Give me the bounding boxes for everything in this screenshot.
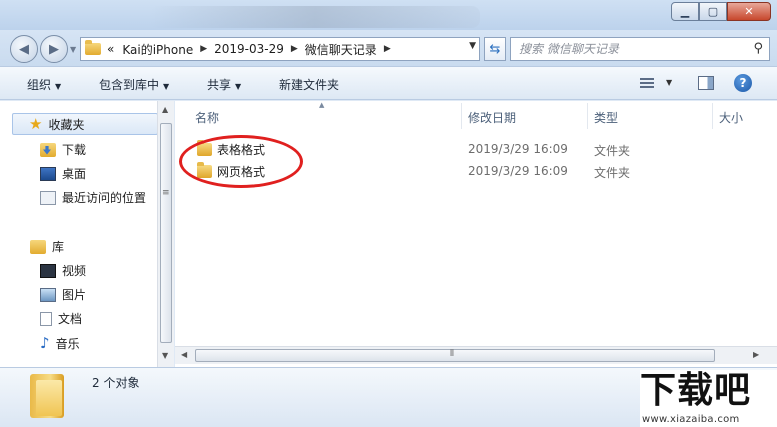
column-divider[interactable] <box>712 103 713 129</box>
nav-item-label: 文档 <box>58 312 83 326</box>
change-view-icon[interactable] <box>640 78 654 90</box>
recent-places-icon <box>40 190 56 205</box>
chevron-down-icon: ▼ <box>163 82 170 91</box>
new-folder-label: 新建文件夹 <box>279 78 340 92</box>
nav-item-label: 下载 <box>62 143 87 157</box>
scrollbar-thumb[interactable] <box>195 349 715 362</box>
site-watermark: 下载吧 www.xiazaiba.com <box>640 370 777 427</box>
preview-pane-icon[interactable] <box>698 76 714 90</box>
refresh-icon: ⇆ <box>489 41 501 57</box>
recent-pages-dropdown[interactable]: ▼ <box>70 45 76 54</box>
column-header-date-modified[interactable]: 修改日期 <box>468 109 516 126</box>
search-input[interactable] <box>519 42 739 56</box>
organize-button[interactable]: 组织 ▼ <box>27 76 61 93</box>
search-icon[interactable]: ⚲ <box>753 41 763 56</box>
window-controls: ▁ ▢ ✕ <box>671 2 771 21</box>
nav-item-label: 收藏夹 <box>48 117 85 132</box>
folder-icon <box>85 40 101 55</box>
breadcrumb-item-folder[interactable]: 微信聊天记录 <box>305 41 377 58</box>
nav-item-music[interactable]: ♪ 音乐 <box>40 334 80 352</box>
search-box: ⚲ <box>510 37 770 61</box>
nav-item-label: 最近访问的位置 <box>62 191 147 205</box>
breadcrumb-item-device[interactable]: Kai的iPhone <box>122 41 193 58</box>
close-button[interactable]: ✕ <box>727 2 771 21</box>
star-icon: ★ <box>29 115 43 133</box>
nav-item-recent-places[interactable]: 最近访问的位置 <box>40 189 146 206</box>
scrollbar-thumb[interactable] <box>160 123 172 343</box>
videos-icon <box>40 263 56 278</box>
nav-item-label: 视频 <box>62 264 87 278</box>
column-header-type[interactable]: 类型 <box>594 109 618 126</box>
watermark-url: www.xiazaiba.com <box>642 414 740 425</box>
music-icon: ♪ <box>40 334 50 352</box>
title-bar: ▁ ▢ ✕ <box>0 0 777 30</box>
scrollbar-grip-icon: ≡ <box>162 188 170 198</box>
column-header-size[interactable]: 大小 <box>719 109 743 126</box>
nav-item-favorites[interactable]: ★ 收藏夹 <box>12 113 158 135</box>
back-arrow-icon: ◀ <box>19 41 29 57</box>
pictures-icon <box>40 287 56 302</box>
file-date: 2019/3/29 16:09 <box>468 142 568 156</box>
file-date: 2019/3/29 16:09 <box>468 164 568 178</box>
nav-item-videos[interactable]: 视频 <box>40 262 86 279</box>
scroll-left-icon[interactable]: ◀ <box>181 350 187 359</box>
nav-item-label: 图片 <box>62 288 87 302</box>
new-folder-button[interactable]: 新建文件夹 <box>279 76 339 93</box>
breadcrumb-item-date[interactable]: 2019-03-29 <box>214 42 284 56</box>
breadcrumb-chevron-icon[interactable]: ▶ <box>384 44 391 54</box>
view-options-dropdown-icon[interactable]: ▼ <box>666 78 672 87</box>
column-header-name[interactable]: 名称 <box>195 109 219 126</box>
navigation-pane: ★ 收藏夹 下载 桌面 最近访问的位置 库 视频 图片 文档 ♪ 音乐 <box>0 101 174 367</box>
share-button[interactable]: 共享 ▼ <box>207 76 241 93</box>
large-folder-icon <box>30 374 64 418</box>
back-button[interactable]: ◀ <box>10 35 38 63</box>
column-divider[interactable] <box>461 103 462 129</box>
breadcrumb-chevron-icon[interactable]: ▶ <box>200 44 207 54</box>
command-bar: 组织 ▼ 包含到库中 ▼ 共享 ▼ 新建文件夹 ▼ ? <box>0 66 777 100</box>
maximize-button[interactable]: ▢ <box>699 2 727 21</box>
nav-item-label: 库 <box>52 240 65 254</box>
libraries-icon <box>30 239 46 254</box>
nav-pane-scrollbar[interactable]: ▲ ≡ ▼ <box>157 101 174 367</box>
nav-item-documents[interactable]: 文档 <box>40 310 82 327</box>
scrollbar-grip-icon: ⦀ <box>450 349 454 359</box>
breadcrumb-overflow[interactable]: « <box>107 42 114 56</box>
refresh-button[interactable]: ⇆ <box>484 37 506 61</box>
share-label: 共享 <box>207 78 232 92</box>
scroll-up-icon[interactable]: ▲ <box>162 105 168 114</box>
watermark-logo: 下载吧 <box>640 370 752 411</box>
nav-item-pictures[interactable]: 图片 <box>40 286 86 303</box>
file-type: 文件夹 <box>594 144 631 158</box>
navigation-row: ◀ ▶ ▼ « Kai的iPhone ▶ 2019-03-29 ▶ 微信聊天记录… <box>0 30 777 66</box>
help-icon[interactable]: ? <box>734 74 752 92</box>
nav-item-downloads[interactable]: 下载 <box>40 141 86 158</box>
nav-item-label: 桌面 <box>62 167 87 181</box>
scroll-right-icon[interactable]: ▶ <box>753 350 759 359</box>
object-count: 2 个对象 <box>92 376 140 390</box>
chevron-down-icon: ▼ <box>55 82 62 91</box>
breadcrumb-chevron-icon[interactable]: ▶ <box>291 44 298 54</box>
forward-button[interactable]: ▶ <box>40 35 68 63</box>
organize-label: 组织 <box>27 78 52 92</box>
file-list-horizontal-scrollbar[interactable]: ◀ ⦀ ▶ <box>175 346 777 364</box>
sort-ascending-icon: ▲ <box>319 101 325 109</box>
column-divider[interactable] <box>587 103 588 129</box>
address-bar[interactable]: « Kai的iPhone ▶ 2019-03-29 ▶ 微信聊天记录 ▶ ▼ <box>80 37 480 61</box>
documents-icon <box>40 311 52 326</box>
address-dropdown-icon[interactable]: ▼ <box>469 41 476 51</box>
blurred-title-region <box>150 6 480 28</box>
include-in-library-button[interactable]: 包含到库中 ▼ <box>99 76 169 93</box>
desktop-icon <box>40 166 56 181</box>
chevron-down-icon: ▼ <box>235 82 242 91</box>
include-in-library-label: 包含到库中 <box>99 78 160 92</box>
minimize-button[interactable]: ▁ <box>671 2 699 21</box>
forward-arrow-icon: ▶ <box>49 41 59 57</box>
file-type: 文件夹 <box>594 166 631 180</box>
nav-item-libraries[interactable]: 库 <box>30 238 64 255</box>
highlight-annotation-circle <box>179 135 303 188</box>
downloads-icon <box>40 142 56 157</box>
nav-item-desktop[interactable]: 桌面 <box>40 165 86 182</box>
scroll-down-icon[interactable]: ▼ <box>162 351 168 360</box>
nav-item-label: 音乐 <box>55 336 80 351</box>
